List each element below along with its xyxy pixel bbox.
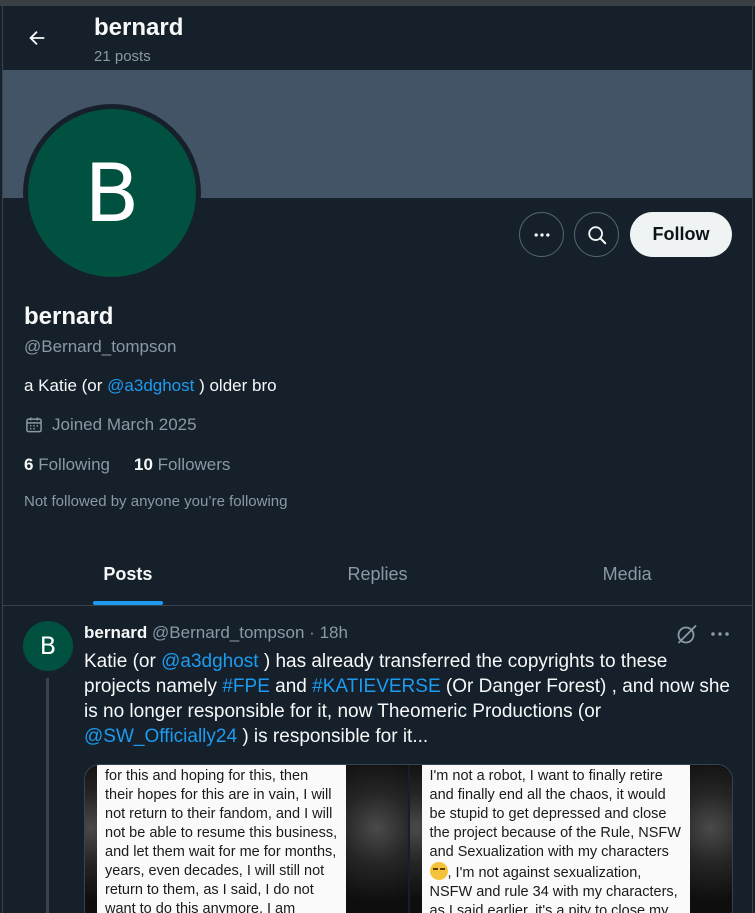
- tab-posts[interactable]: Posts: [3, 544, 253, 605]
- more-options-button[interactable]: [519, 212, 564, 257]
- post-header: bernard @Bernard_tompson · 18h: [84, 623, 348, 643]
- image-text-part: , I'm not against sexualization, NSFW an…: [429, 865, 678, 913]
- post-media: for this and hoping for this, then their…: [84, 764, 733, 913]
- image-artwork: [690, 765, 732, 913]
- image-text-right: I'm not a robot, I want to finally retir…: [421, 765, 690, 913]
- image-artwork: [85, 765, 97, 913]
- header-post-count: 21 posts: [94, 48, 151, 65]
- image-artwork: [409, 765, 422, 913]
- search-profile-button[interactable]: [574, 212, 619, 257]
- follow-button[interactable]: Follow: [630, 212, 732, 257]
- media-image-right[interactable]: I'm not a robot, I want to finally retir…: [407, 765, 732, 913]
- followers-label: Followers: [157, 455, 231, 474]
- grok-button[interactable]: [675, 622, 699, 651]
- bio-text-prefix: a Katie (or: [24, 376, 108, 395]
- post-more-button[interactable]: [708, 622, 732, 651]
- post-mention-link[interactable]: @SW_Officially24: [84, 726, 237, 747]
- post-author[interactable]: bernard: [84, 623, 147, 642]
- profile-avatar[interactable]: B: [23, 104, 201, 282]
- bio-mention-link[interactable]: @a3dghost: [107, 376, 194, 395]
- tab-replies-label: Replies: [347, 564, 408, 584]
- following-count: 6: [24, 455, 34, 474]
- back-button[interactable]: [19, 20, 55, 56]
- tab-media-label: Media: [602, 564, 652, 584]
- profile-page: bernard 21 posts B Follow bernard @Berna…: [2, 6, 753, 913]
- following-label: Following: [38, 455, 111, 474]
- follow-stats: 6 Following 10 Followers: [24, 455, 230, 475]
- not-followed-notice: Not followed by anyone you’re following: [24, 493, 288, 510]
- thread-line: [46, 678, 49, 913]
- joined-date: Joined March 2025: [24, 415, 197, 435]
- post-hashtag-link[interactable]: #FPE: [222, 676, 270, 697]
- more-dots-icon: [711, 632, 729, 636]
- image-text-left: for this and hoping for this, then their…: [97, 765, 346, 913]
- post-time[interactable]: 18h: [320, 623, 348, 642]
- tab-posts-label: Posts: [103, 564, 153, 584]
- post-mention-link[interactable]: @a3dghost: [161, 651, 258, 672]
- active-tab-indicator: [92, 601, 163, 605]
- profile-bio: a Katie (or @a3dghost ) older bro: [24, 376, 277, 396]
- tab-media[interactable]: Media: [502, 544, 752, 605]
- post-hashtag-link[interactable]: #KATIEVERSE: [312, 676, 440, 697]
- post-text: Katie (or @a3dghost ) has already transf…: [84, 649, 734, 749]
- post-text-part: Katie (or: [84, 651, 162, 672]
- joined-text: Joined March 2025: [52, 415, 197, 434]
- post-text-part: ) is responsible for it...: [237, 726, 429, 747]
- expressionless-face-icon: [429, 862, 448, 880]
- followers-count: 10: [134, 455, 153, 474]
- arrow-left-icon: [29, 30, 45, 46]
- image-artwork: [345, 765, 408, 913]
- more-dots-icon: [534, 232, 549, 237]
- media-image-left[interactable]: for this and hoping for this, then their…: [85, 765, 408, 913]
- post-text-part: and: [269, 676, 313, 697]
- post-handle[interactable]: @Bernard_tompson: [152, 623, 304, 642]
- grok-icon: [677, 625, 697, 644]
- image-text-part: I'm not a robot, I want to finally retir…: [429, 768, 681, 860]
- profile-tabs: Posts Replies Media: [3, 544, 752, 606]
- profile-name: bernard: [24, 303, 114, 330]
- bio-text-suffix: ) older bro: [194, 376, 277, 395]
- profile-handle: @Bernard_tompson: [24, 337, 177, 356]
- header-title: bernard: [94, 14, 184, 41]
- post-separator: ·: [309, 623, 315, 642]
- post-avatar[interactable]: B: [23, 621, 73, 671]
- search-icon: [587, 225, 606, 244]
- following-link[interactable]: 6 Following: [24, 455, 110, 475]
- avatar-letter: B: [28, 109, 196, 277]
- tab-replies[interactable]: Replies: [253, 544, 503, 605]
- profile-header: bernard 21 posts: [3, 6, 752, 70]
- calendar-icon: [26, 417, 42, 433]
- followers-link[interactable]: 10 Followers: [134, 455, 230, 475]
